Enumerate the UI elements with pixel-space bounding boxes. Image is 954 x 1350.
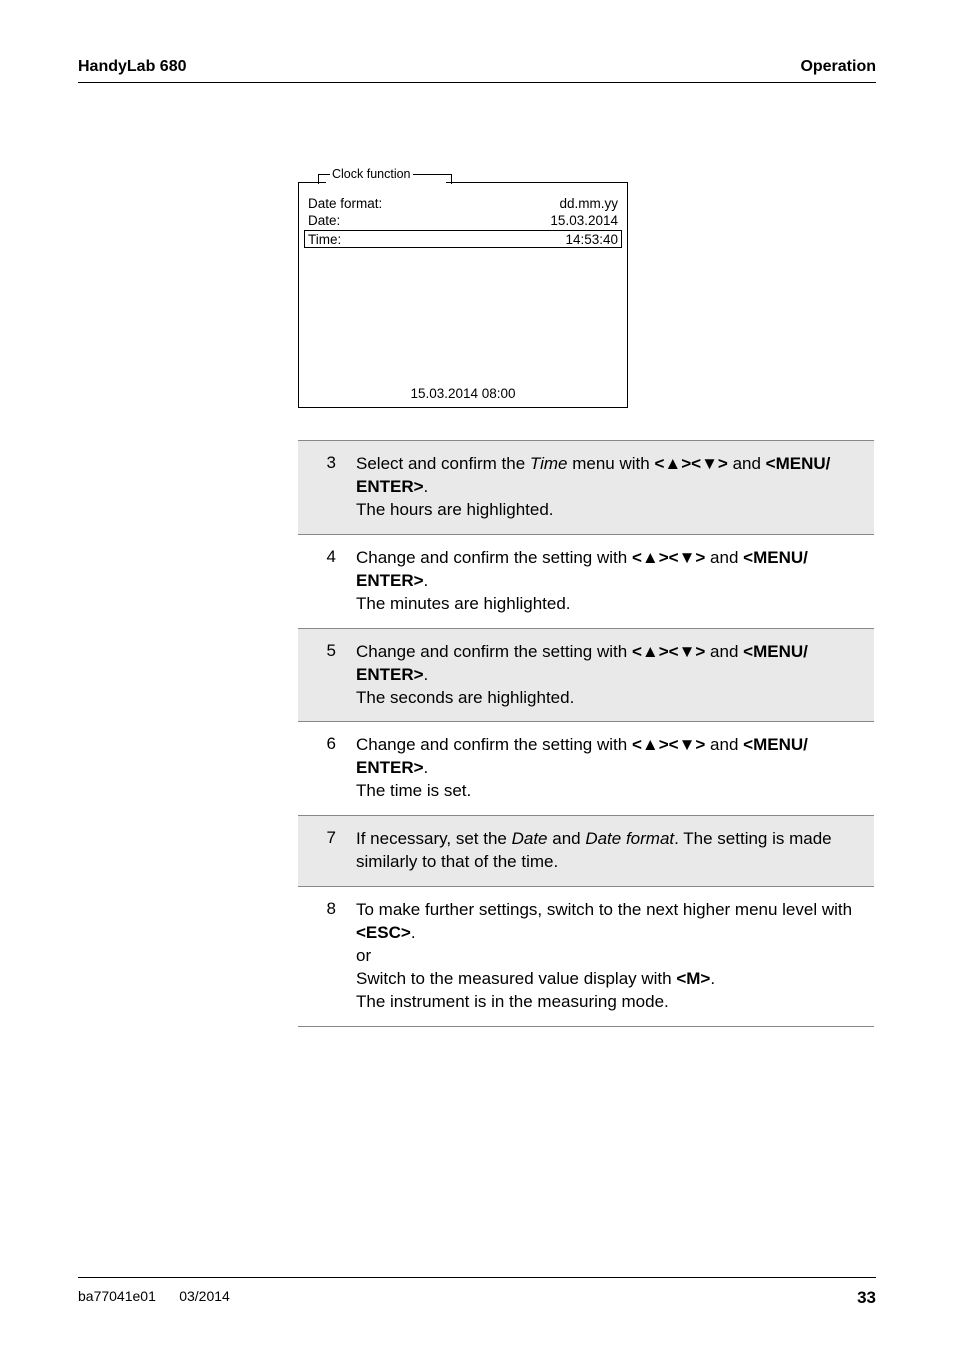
footer-date: 03/2014 [179, 1288, 230, 1304]
step-number: 7 [298, 816, 344, 886]
header-rule [78, 82, 876, 83]
step-body: Change and confirm the setting with <▲><… [344, 535, 874, 628]
page-footer: ba77041e01 03/2014 33 [0, 1277, 954, 1308]
steps-table: 3Select and confirm the Time menu with <… [298, 440, 874, 1027]
step-number: 3 [298, 441, 344, 534]
step-number: 6 [298, 722, 344, 815]
page-header: HandyLab 680 Operation [0, 58, 954, 83]
step-number: 4 [298, 535, 344, 628]
footer-page-number: 33 [857, 1288, 876, 1308]
clock-function-diagram: Clock function Date format: dd.mm.yy Dat… [298, 168, 628, 413]
step-row: 8To make further settings, switch to the… [298, 887, 874, 1027]
header-right: Operation [800, 58, 876, 76]
step-body: Change and confirm the setting with <▲><… [344, 629, 874, 722]
step-row: 5Change and confirm the setting with <▲>… [298, 629, 874, 723]
step-row: 6Change and confirm the setting with <▲>… [298, 722, 874, 816]
diagram-row-value: 14:53:40 [565, 232, 618, 247]
footer-rule [78, 1277, 876, 1278]
footer-left: ba77041e01 03/2014 [78, 1288, 230, 1308]
step-row: 7If necessary, set the Date and Date for… [298, 816, 874, 887]
header-left: HandyLab 680 [78, 58, 186, 76]
step-body: If necessary, set the Date and Date form… [344, 816, 874, 886]
step-body: To make further settings, switch to the … [344, 887, 874, 1026]
diagram-row-label: Date format: [308, 196, 382, 211]
diagram-row-value: dd.mm.yy [559, 196, 618, 211]
step-body: Select and confirm the Time menu with <▲… [344, 441, 874, 534]
diagram-row-time: Time: 14:53:40 [308, 232, 618, 247]
diagram-footer-timestamp: 15.03.2014 08:00 [298, 386, 628, 401]
diagram-row-date-format: Date format: dd.mm.yy [308, 196, 618, 211]
step-row: 3Select and confirm the Time menu with <… [298, 441, 874, 535]
diagram-tab-label: Clock function [330, 167, 413, 181]
diagram-row-value: 15.03.2014 [550, 213, 618, 228]
diagram-row-label: Time: [308, 232, 341, 247]
footer-doc-id: ba77041e01 [78, 1288, 156, 1304]
step-row: 4Change and confirm the setting with <▲>… [298, 535, 874, 629]
step-number: 8 [298, 887, 344, 1026]
step-body: Change and confirm the setting with <▲><… [344, 722, 874, 815]
diagram-row-date: Date: 15.03.2014 [308, 213, 618, 228]
step-number: 5 [298, 629, 344, 722]
diagram-row-label: Date: [308, 213, 340, 228]
